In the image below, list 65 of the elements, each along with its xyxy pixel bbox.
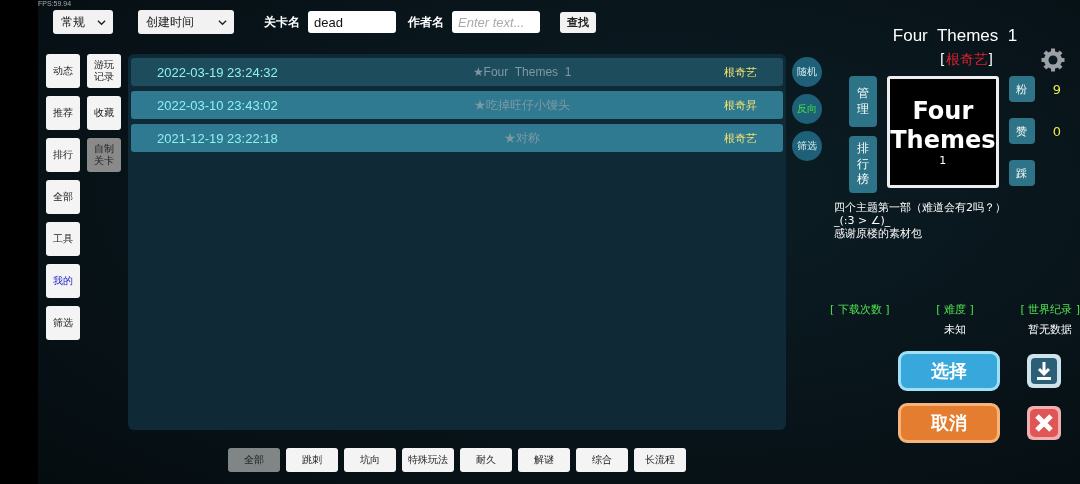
nav-button[interactable]: 自制关卡	[87, 138, 121, 172]
field-label: 关卡名	[264, 13, 300, 31]
category-tab[interactable]: 耐久	[460, 448, 512, 472]
settings-icon[interactable]	[1041, 48, 1065, 72]
level-row[interactable]: 2021-12-19 23:22:18 ★对称 根奇艺	[131, 124, 783, 152]
category-tab[interactable]: 解谜	[518, 448, 570, 472]
level-title: ★吃掉旺仔小馒头	[473, 96, 571, 114]
category-tab[interactable]: 长流程	[634, 448, 686, 472]
thumbnail-text: Four	[912, 96, 974, 126]
level-date: 2021-12-19 23:22:18	[157, 130, 279, 146]
author-name: [根奇艺]	[940, 51, 993, 69]
counter-button[interactable]: 踩	[1008, 160, 1035, 186]
counter-button[interactable]: 赞	[1008, 118, 1035, 144]
description-line: _(:3 > ∠)_	[834, 213, 891, 227]
download-icon[interactable]	[1026, 353, 1062, 390]
level-name-field[interactable]: dead	[308, 11, 396, 33]
round-button[interactable]: 随机	[792, 57, 822, 87]
category-tab[interactable]: 坑向	[344, 448, 396, 472]
nav-button[interactable]: 工具	[46, 222, 80, 256]
dropdown[interactable]: 常规	[53, 10, 113, 34]
caret-icon	[217, 17, 228, 27]
description-line: 四个主题第一部（难道会有2吗？）	[834, 200, 1006, 214]
nav-button[interactable]: 全部	[46, 180, 80, 214]
thumbnail-text: Themes	[890, 125, 996, 155]
nav-button[interactable]: 筛选	[46, 306, 80, 340]
level-title: ★对称	[503, 129, 541, 147]
nav-button[interactable]: 排行	[46, 138, 80, 172]
category-tab[interactable]: 全部	[228, 448, 280, 472]
nav-button[interactable]: 游玩记录	[87, 54, 121, 88]
nav-button[interactable]: 收藏	[87, 96, 121, 130]
search-button[interactable]: 查找	[560, 11, 596, 33]
round-button[interactable]: 反向	[792, 94, 822, 124]
thumbnail-number: 1	[939, 154, 947, 168]
level-author: 根奇昇	[723, 97, 757, 113]
level-author: 根奇艺	[723, 64, 757, 80]
nav-button[interactable]: 我的	[46, 264, 80, 298]
counter-value: 0	[1052, 123, 1062, 139]
nav-button[interactable]: 动态	[46, 54, 80, 88]
counter-value: 9	[1052, 81, 1062, 97]
level-date: 2022-03-10 23:43:02	[157, 97, 279, 113]
category-tab[interactable]: 综合	[576, 448, 628, 472]
stat-label: [ 难度 ]	[936, 302, 974, 318]
stat-value: 未知	[944, 322, 966, 338]
counter-button[interactable]: 粉	[1008, 76, 1035, 102]
dropdown[interactable]: 创建时间	[138, 10, 234, 34]
level-row[interactable]: 2022-03-10 23:43:02 ★吃掉旺仔小馒头 根奇昇	[131, 91, 783, 119]
description-line: 感谢原楼的素材包	[834, 227, 923, 241]
category-tab[interactable]: 特殊玩法	[402, 448, 454, 472]
level-title: ★Four Themes 1	[471, 65, 573, 79]
level-row[interactable]: 2022-03-19 23:24:32 ★Four Themes 1 根奇艺	[131, 58, 783, 86]
vertical-button[interactable]: 管理	[848, 76, 877, 127]
stat-value: 暂无数据	[1028, 322, 1073, 338]
author-name-field[interactable]: Enter text...	[452, 11, 540, 33]
category-tab[interactable]: 跳刺	[286, 448, 338, 472]
caret-icon	[96, 17, 107, 27]
field-label: 作者名	[408, 13, 444, 31]
round-button[interactable]: 筛选	[792, 131, 822, 161]
level-date: 2022-03-19 23:24:32	[157, 64, 279, 80]
stat-label: [ 下载次数 ]	[830, 302, 890, 318]
close-icon[interactable]	[1026, 405, 1062, 442]
nav-button[interactable]: 推荐	[46, 96, 80, 130]
level-author: 根奇艺	[723, 130, 757, 146]
stat-label: [ 世界纪录 ]	[1020, 302, 1080, 318]
level-title: Four Themes 1	[892, 26, 1018, 46]
vertical-button[interactable]: 排行榜	[848, 136, 877, 193]
